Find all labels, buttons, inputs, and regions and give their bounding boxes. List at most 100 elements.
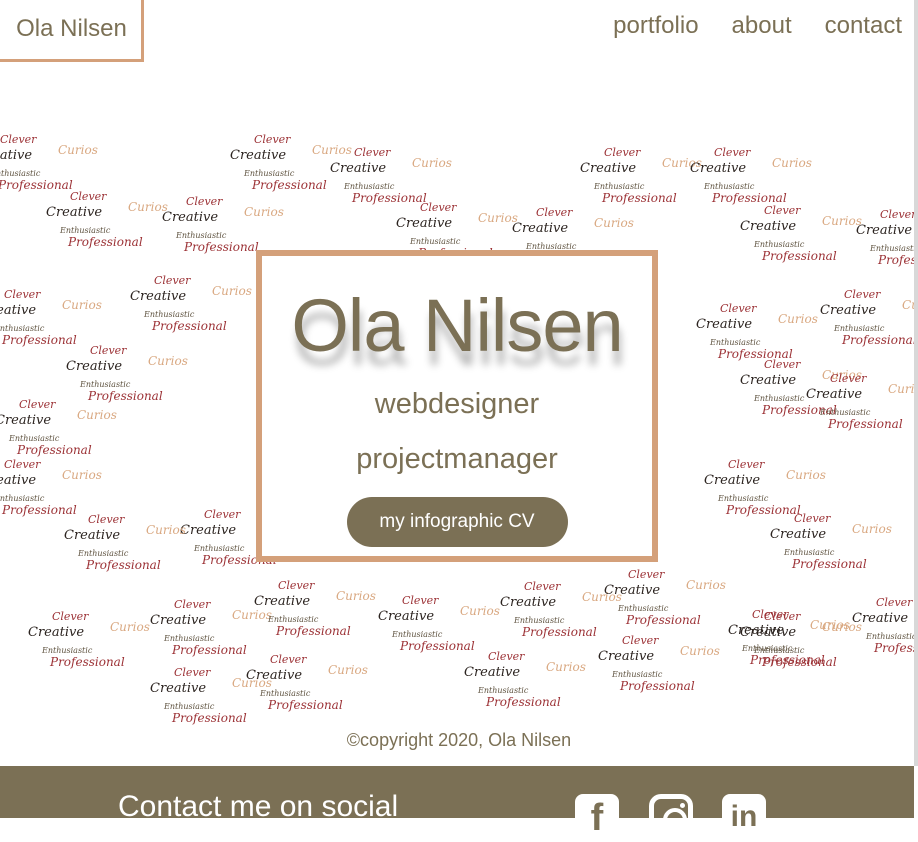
word-professional: Professional — [626, 613, 701, 627]
logo-text: Ola Nilsen — [16, 14, 127, 42]
word-clever: Clever — [19, 398, 56, 411]
word-creative: Creative — [246, 668, 303, 683]
word-enthusiastic: Enthusiastic — [244, 169, 295, 178]
word-clever: Clever — [728, 458, 765, 471]
word-professional: Professional — [842, 333, 917, 347]
word-professional: Professional — [68, 235, 143, 249]
word-enthusiastic: Enthusiastic — [834, 324, 885, 333]
word-enthusiastic: Enthusiastic — [478, 686, 529, 695]
word-professional: Professional — [252, 178, 327, 192]
word-enthusiastic: Enthusiastic — [710, 338, 761, 347]
word-creative: Creative — [0, 413, 52, 428]
word-clever: Clever — [154, 274, 191, 287]
word-enthusiastic: Enthusiastic — [9, 434, 60, 443]
scrollbar-track[interactable] — [914, 0, 918, 766]
word-enthusiastic: Enthusiastic — [80, 380, 131, 389]
word-enthusiastic: Enthusiastic — [392, 630, 443, 639]
word-clever: Clever — [536, 206, 573, 219]
word-enthusiastic: Enthusiastic — [870, 244, 918, 253]
word-clever: Clever — [4, 458, 41, 471]
word-curios: Curios — [244, 205, 284, 219]
word-cluster: CleverCuriosCreativeEnthusiasticProfessi… — [0, 288, 130, 350]
word-clever: Clever — [628, 568, 665, 581]
word-enthusiastic: Enthusiastic — [594, 182, 645, 191]
word-creative: Creative — [150, 613, 207, 628]
word-cluster: CleverCuriosCreativeEnthusiasticProfessi… — [162, 195, 312, 257]
word-creative: Creative — [130, 289, 187, 304]
word-creative: Creative — [28, 625, 85, 640]
word-curios: Curios — [460, 604, 500, 618]
word-clever: Clever — [880, 208, 917, 221]
word-enthusiastic: Enthusiastic — [344, 182, 395, 191]
nav-portfolio[interactable]: portfolio — [613, 12, 698, 40]
word-creative: Creative — [162, 210, 219, 225]
word-clever: Clever — [622, 634, 659, 647]
word-professional: Professional — [184, 240, 259, 254]
word-cluster: CleverCuriosCreativeEnthusiasticProfessi… — [856, 208, 918, 270]
word-professional: Professional — [172, 643, 247, 657]
word-clever: Clever — [402, 594, 439, 607]
word-enthusiastic: Enthusiastic — [704, 182, 755, 191]
word-curios: Curios — [852, 522, 892, 536]
word-enthusiastic: Enthusiastic — [754, 240, 805, 249]
word-curios: Curios — [778, 312, 818, 326]
word-enthusiastic: Enthusiastic — [78, 549, 129, 558]
word-cluster: CleverCuriosCreativeEnthusiasticProfessi… — [66, 344, 216, 406]
linkedin-icon[interactable]: in — [722, 794, 766, 838]
word-clever: Clever — [186, 195, 223, 208]
word-creative: Creative — [330, 161, 387, 176]
word-clever: Clever — [764, 204, 801, 217]
word-clever: Clever — [90, 344, 127, 357]
word-creative: Creative — [856, 223, 913, 238]
word-creative: Creative — [598, 649, 655, 664]
word-professional: Professional — [792, 557, 867, 571]
word-clever: Clever — [52, 610, 89, 623]
word-professional: Professional — [620, 679, 695, 693]
infographic-cv-button[interactable]: my infographic CV — [346, 497, 568, 547]
word-creative: Creative — [740, 219, 797, 234]
word-professional: Professional — [172, 711, 247, 725]
word-clever: Clever — [524, 580, 561, 593]
site-logo[interactable]: Ola Nilsen — [0, 0, 144, 62]
word-cluster: CleverCuriosCreativeEnthusiasticProfessi… — [464, 650, 614, 712]
word-clever: Clever — [764, 358, 801, 371]
word-clever: Clever — [830, 372, 867, 385]
word-professional: Professional — [86, 558, 161, 572]
word-professional: Professional — [17, 443, 92, 457]
word-creative: Creative — [396, 216, 453, 231]
word-enthusiastic: Enthusiastic — [784, 548, 835, 557]
word-enthusiastic: Enthusiastic — [268, 615, 319, 624]
word-clever: Clever — [88, 513, 125, 526]
word-curios: Curios — [212, 284, 252, 298]
footer: Contact me on social f in — [0, 766, 914, 839]
word-enthusiastic: Enthusiastic — [820, 408, 871, 417]
nav-about[interactable]: about — [732, 12, 792, 40]
word-professional: Professional — [50, 655, 125, 669]
word-curios: Curios — [772, 156, 812, 170]
word-curios: Curios — [680, 644, 720, 658]
word-cluster: CleverCuriosCreativeEnthusiasticProfessi… — [0, 458, 130, 520]
word-cluster: CleverCuriosCreativeEnthusiasticProfessi… — [64, 513, 214, 575]
word-curios: Curios — [546, 660, 586, 674]
instagram-icon[interactable] — [649, 794, 693, 838]
word-professional: Professional — [268, 698, 343, 712]
word-clever: Clever — [844, 288, 881, 301]
word-clever: Clever — [270, 653, 307, 666]
word-clever: Clever — [714, 146, 751, 159]
word-professional: Professional — [874, 641, 918, 655]
word-creative: Creative — [150, 681, 207, 696]
word-creative: Creative — [690, 161, 747, 176]
word-cluster: CleverCuriosCreativeEnthusiasticProfessi… — [728, 608, 878, 670]
nav-contact[interactable]: contact — [825, 12, 902, 40]
word-clever: Clever — [876, 596, 913, 609]
word-curios: Curios — [148, 354, 188, 368]
facebook-icon[interactable]: f — [575, 794, 619, 839]
word-enthusiastic: Enthusiastic — [0, 324, 45, 333]
word-clever: Clever — [420, 201, 457, 214]
word-creative: Creative — [66, 359, 123, 374]
social-title: Contact me on social — [118, 790, 399, 823]
word-cluster: CleverCuriosCreativeEnthusiasticProfessi… — [598, 634, 748, 696]
word-enthusiastic: Enthusiastic — [164, 702, 215, 711]
word-enthusiastic: Enthusiastic — [42, 646, 93, 655]
word-creative: Creative — [64, 528, 121, 543]
